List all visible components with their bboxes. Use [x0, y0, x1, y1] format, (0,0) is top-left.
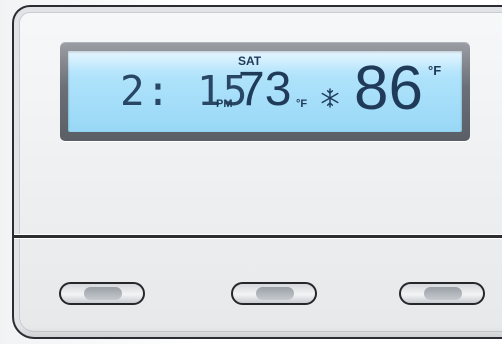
panel-divider — [14, 235, 502, 238]
setpoint-temperature-unit: °F — [428, 63, 442, 78]
current-temperature: 73 — [238, 63, 292, 116]
left-button[interactable] — [59, 282, 145, 305]
middle-button[interactable] — [231, 282, 317, 305]
lcd-display: 2: 15 PM SAT 73 °F 86 °F — [68, 51, 462, 132]
thermostat-body: 2: 15 PM SAT 73 °F 86 °F — [12, 5, 502, 339]
ampm-indicator: PM — [216, 98, 233, 110]
current-temperature-unit: °F — [296, 98, 308, 110]
snowflake-icon — [321, 88, 339, 108]
setpoint-temperature: 86 — [354, 54, 423, 123]
display-bezel: 2: 15 PM SAT 73 °F 86 °F — [60, 43, 470, 141]
right-button[interactable] — [399, 282, 485, 305]
thermostat-scene: 2: 15 PM SAT 73 °F 86 °F — [0, 0, 502, 344]
